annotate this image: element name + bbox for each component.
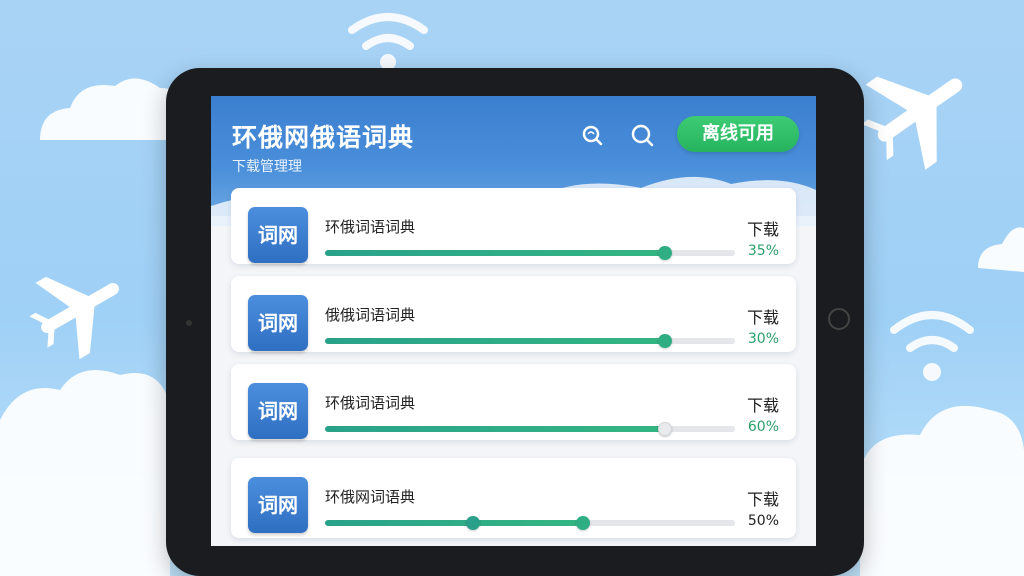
download-item[interactable]: 词网 环俄网词语典 下载 50% (231, 458, 796, 538)
progress-knob[interactable] (658, 422, 673, 436)
page-title: 环俄网俄语词典 (232, 123, 415, 152)
dictionary-name: 环俄词语词典 (325, 218, 416, 236)
dictionary-app-icon: 词网 (248, 383, 308, 439)
tablet-camera (186, 320, 192, 326)
wifi-icon-right (890, 311, 974, 381)
progress-fill (325, 250, 666, 256)
progress-percent: 50% (747, 513, 779, 529)
dictionary-app-icon: 词网 (248, 477, 308, 533)
dictionary-app-icon: 词网 (248, 207, 308, 263)
progress-midpoint-knob[interactable] (465, 516, 480, 530)
progress-percent: 30% (747, 331, 779, 347)
progress-percent: 60% (747, 419, 779, 435)
progress-bar (325, 334, 735, 348)
search-icon[interactable] (629, 122, 657, 150)
airplane-icon-top-right (861, 76, 963, 170)
app-screen: 环俄网俄语词典 下载管理理 离线可用 词网 环俄词语词典 下载 35% 词网 俄… (211, 96, 816, 546)
search-icon[interactable] (579, 122, 607, 150)
page-subtitle: 下载管理理 (232, 159, 302, 175)
progress-fill (325, 426, 666, 432)
tablet-home-button (828, 308, 850, 330)
progress-knob[interactable] (658, 246, 673, 260)
download-item[interactable]: 词网 环俄词语词典 下载 35% (231, 188, 796, 264)
download-item[interactable]: 词网 环俄词语词典 下载 60% (231, 364, 796, 440)
airplane-icon-left (29, 276, 119, 360)
dictionary-name: 俄俄词语词典 (325, 306, 416, 324)
progress-knob[interactable] (576, 516, 591, 530)
dictionary-name: 环俄网词语典 (325, 488, 416, 506)
download-button[interactable]: 下载 (747, 304, 779, 328)
progress-fill (325, 338, 666, 344)
download-button[interactable]: 下载 (747, 392, 779, 416)
dictionary-name: 环俄词语词典 (325, 394, 416, 412)
progress-knob[interactable] (658, 334, 673, 348)
offline-available-button[interactable]: 离线可用 (677, 116, 799, 152)
download-item[interactable]: 词网 俄俄词语词典 下载 30% (231, 276, 796, 352)
cloud-bottom-right (860, 405, 1024, 576)
progress-percent: 35% (747, 243, 779, 259)
progress-bar (325, 516, 735, 530)
dictionary-app-icon: 词网 (248, 295, 308, 351)
cloud-bottom-left (0, 370, 170, 576)
progress-bar (325, 246, 735, 260)
progress-fill (325, 520, 584, 526)
download-button[interactable]: 下载 (747, 486, 779, 510)
download-button[interactable]: 下载 (747, 216, 779, 240)
cloud-right-small (978, 227, 1024, 272)
progress-bar (325, 422, 735, 436)
wifi-icon-top (348, 13, 428, 70)
